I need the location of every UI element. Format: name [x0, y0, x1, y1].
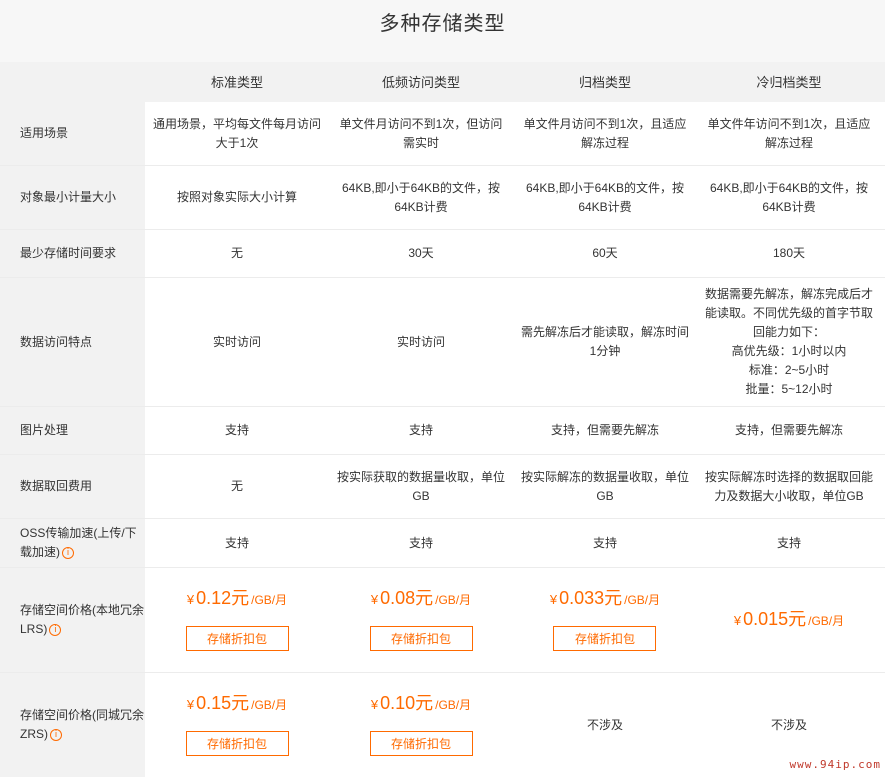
- row-label-text: 存储空间价格(同城冗余ZRS): [20, 708, 144, 741]
- price: ¥0.10元/GB/月: [370, 693, 472, 713]
- price-cell: ¥0.12元/GB/月 存储折扣包: [145, 568, 329, 672]
- price: ¥0.033元/GB/月: [549, 588, 661, 608]
- table-cell: 支持，但需要先解冻: [550, 423, 659, 437]
- table-cell: 不涉及: [586, 717, 623, 732]
- price-cell: ¥0.015元/GB/月: [697, 568, 881, 672]
- row-label: 图片处理: [0, 407, 145, 454]
- row-label-text: 存储空间价格(本地冗余LRS): [20, 603, 144, 636]
- table-cell: 无: [230, 479, 243, 493]
- column-header: 冷归档类型: [756, 74, 822, 90]
- table-cell: 30天: [408, 246, 434, 260]
- table-cell: 单文件月访问不到1次，且适应解冻过程: [523, 116, 687, 150]
- row-label: 适用场景: [0, 102, 145, 165]
- table-row: 对象最小计量大小 按照对象实际大小计算 64KB,即小于64KB的文件，按64K…: [0, 166, 885, 230]
- table-cell: 支持: [224, 535, 249, 550]
- table-row: 存储空间价格(同城冗余ZRS) i ¥0.15元/GB/月 存储折扣包 ¥0.10…: [0, 673, 885, 777]
- row-label: 数据访问特点: [0, 278, 145, 406]
- page-title: 多种存储类型: [379, 13, 506, 35]
- title-bar: 多种存储类型: [0, 0, 885, 62]
- column-header: 归档类型: [578, 74, 631, 90]
- table-cell: 数据需要先解冻，解冻完成后才能读取。不同优先级的首字节取回能力如下： 高优先级：…: [705, 287, 874, 396]
- table-row: 适用场景 通用场景，平均每文件每月访问大于1次 单文件月访问不到1次，但访问需实…: [0, 102, 885, 166]
- info-icon[interactable]: i: [50, 728, 62, 741]
- price: ¥0.12元/GB/月: [186, 588, 288, 608]
- header-corner: [0, 62, 145, 102]
- table-cell: 支持: [224, 423, 249, 437]
- table-header: 标准类型 低频访问类型 归档类型 冷归档类型: [0, 62, 885, 102]
- table-cell: 64KB,即小于64KB的文件，按64KB计费: [341, 180, 501, 214]
- storage-discount-button[interactable]: 存储折扣包: [185, 626, 289, 651]
- column-header: 标准类型: [210, 74, 263, 90]
- table-row: OSS传输加速(上传/下载加速) i 支持 支持 支持 支持: [0, 519, 885, 568]
- table-cell: 64KB,即小于64KB的文件，按64KB计费: [525, 180, 685, 214]
- storage-discount-button[interactable]: 存储折扣包: [369, 626, 473, 651]
- table-cell: 按实际解冻的数据量收取，单位GB: [521, 469, 690, 503]
- table-row: 数据访问特点 实时访问 实时访问 需先解冻后才能读取，解冻时间1分钟 数据需要先…: [0, 278, 885, 407]
- table-cell: 单文件年访问不到1次，且适应解冻过程: [707, 116, 871, 150]
- table-cell: 通用场景，平均每文件每月访问大于1次: [153, 116, 322, 150]
- table-row: 数据取回费用 无 按实际获取的数据量收取，单位GB 按实际解冻的数据量收取，单位…: [0, 455, 885, 519]
- table-cell: 支持: [408, 535, 433, 550]
- price-cell: ¥0.15元/GB/月 存储折扣包: [145, 673, 329, 777]
- row-label: OSS传输加速(上传/下载加速) i: [0, 519, 145, 567]
- storage-discount-button[interactable]: 存储折扣包: [553, 626, 657, 651]
- table-cell: 需先解冻后才能读取，解冻时间1分钟: [521, 325, 690, 358]
- table-cell: 按实际获取的数据量收取，单位GB: [337, 469, 506, 503]
- row-label: 数据取回费用: [0, 455, 145, 518]
- price-cell: ¥0.10元/GB/月 存储折扣包: [329, 673, 513, 777]
- info-icon[interactable]: i: [49, 623, 62, 636]
- storage-discount-button[interactable]: 存储折扣包: [369, 731, 473, 756]
- table-cell: 无: [230, 246, 243, 260]
- table-cell: 支持: [408, 423, 433, 437]
- watermark: www.94ip.com: [789, 758, 881, 771]
- row-label: 存储空间价格(本地冗余LRS) i: [0, 568, 145, 672]
- row-label: 存储空间价格(同城冗余ZRS) i: [0, 673, 145, 777]
- row-label: 对象最小计量大小: [0, 166, 145, 229]
- column-header: 低频访问类型: [381, 74, 460, 90]
- table-cell: 按照对象实际大小计算: [176, 190, 297, 204]
- info-icon[interactable]: i: [62, 546, 74, 559]
- table-cell: 支持: [776, 535, 801, 550]
- price: ¥0.15元/GB/月: [186, 693, 288, 713]
- table-row: 图片处理 支持 支持 支持，但需要先解冻 支持，但需要先解冻: [0, 407, 885, 455]
- table-cell: 按实际解冻时选择的数据取回能力及数据大小收取，单位GB: [705, 469, 874, 503]
- table-cell: 支持，但需要先解冻: [734, 423, 843, 437]
- table-row: 最少存储时间要求 无 30天 60天 180天: [0, 230, 885, 278]
- table-row: 存储空间价格(本地冗余LRS) i ¥0.12元/GB/月 存储折扣包 ¥0.08…: [0, 568, 885, 673]
- price-cell: ¥0.08元/GB/月 存储折扣包: [329, 568, 513, 672]
- price: ¥0.08元/GB/月: [370, 588, 472, 608]
- table-cell: 实时访问: [396, 334, 445, 349]
- table-cell: 支持: [592, 535, 617, 550]
- price: ¥0.015元/GB/月: [733, 608, 845, 629]
- table-cell: 实时访问: [212, 334, 261, 349]
- row-label: 最少存储时间要求: [0, 230, 145, 277]
- row-label-text: OSS传输加速(上传/下载加速): [20, 526, 137, 559]
- table-cell: 单文件月访问不到1次，但访问需实时: [339, 116, 503, 150]
- table-cell: 64KB,即小于64KB的文件，按64KB计费: [709, 180, 869, 214]
- storage-discount-button[interactable]: 存储折扣包: [185, 731, 289, 756]
- table-cell: 180天: [772, 246, 806, 260]
- price-cell: ¥0.033元/GB/月 存储折扣包: [513, 568, 697, 672]
- comparison-table: 标准类型 低频访问类型 归档类型 冷归档类型 适用场景 通用场景，平均每文件每月…: [0, 62, 885, 777]
- table-cell: 60天: [592, 246, 618, 260]
